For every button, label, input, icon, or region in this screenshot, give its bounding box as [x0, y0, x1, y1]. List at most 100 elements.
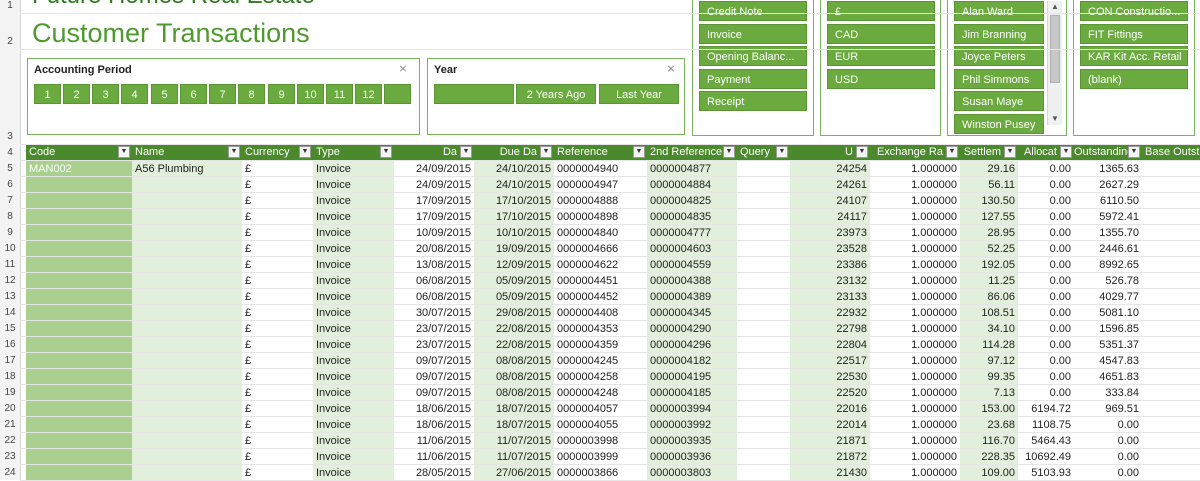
cell-query[interactable] [737, 449, 790, 465]
cell-u[interactable]: 22520 [790, 385, 870, 401]
cell-currency[interactable]: £ [242, 305, 313, 321]
period-button-3[interactable]: 3 [92, 84, 119, 104]
cell-settle[interactable]: 228.35 [960, 449, 1018, 465]
period-button-7[interactable]: 7 [209, 84, 236, 104]
row-number[interactable]: 15 [0, 321, 20, 336]
cell-code[interactable] [26, 257, 132, 273]
row-number[interactable]: 14 [0, 305, 20, 320]
row-number[interactable]: 18 [0, 369, 20, 384]
cell-date[interactable]: 23/07/2015 [394, 321, 474, 337]
type-slicer-item[interactable]: Payment [699, 68, 807, 89]
cell-due[interactable]: 17/10/2015 [474, 193, 554, 209]
cell-alloc[interactable]: 10692.49 [1018, 449, 1074, 465]
row-number[interactable]: 11 [0, 257, 20, 272]
cell-alloc[interactable]: 0.00 [1018, 305, 1074, 321]
cell-type[interactable]: Invoice [313, 177, 394, 193]
cell-currency[interactable]: £ [242, 433, 313, 449]
cell-query[interactable] [737, 225, 790, 241]
cell-date[interactable]: 09/07/2015 [394, 353, 474, 369]
cell-alloc[interactable]: 0.00 [1018, 161, 1074, 177]
cell-query[interactable] [737, 209, 790, 225]
row-number[interactable]: 13 [0, 289, 20, 304]
cell-name[interactable] [132, 193, 242, 209]
cell-currency[interactable]: £ [242, 449, 313, 465]
column-header[interactable]: Base Outst [1142, 145, 1200, 160]
cell-ref2[interactable]: 0000004877 [647, 161, 737, 177]
cell-type[interactable]: Invoice [313, 257, 394, 273]
cell-type[interactable]: Invoice [313, 193, 394, 209]
cell-u[interactable]: 21871 [790, 433, 870, 449]
cell-name[interactable] [132, 449, 242, 465]
cell-ref2[interactable]: 0000004835 [647, 209, 737, 225]
type-slicer-item[interactable]: Receipt [699, 91, 807, 112]
cell-name[interactable] [132, 209, 242, 225]
cell-currency[interactable]: £ [242, 273, 313, 289]
cell-out[interactable]: 2627.29 [1074, 177, 1142, 193]
row-number[interactable]: 7 [0, 193, 20, 208]
cell-rate[interactable]: 1.000000 [870, 353, 960, 369]
cell-ref[interactable]: 0000004940 [554, 161, 647, 177]
cell-out[interactable]: 4547.83 [1074, 353, 1142, 369]
cell-rate[interactable]: 1.000000 [870, 321, 960, 337]
cell-name[interactable] [132, 433, 242, 449]
department-slicer-item[interactable]: CON Constructio... [1080, 1, 1188, 21]
row-number[interactable]: 17 [0, 353, 20, 368]
cell-settle[interactable]: 29.16 [960, 161, 1018, 177]
cell-code[interactable] [26, 273, 132, 289]
cell-alloc[interactable]: 6194.72 [1018, 401, 1074, 417]
cell-due[interactable]: 27/06/2015 [474, 465, 554, 481]
cell-name[interactable] [132, 385, 242, 401]
row-number[interactable]: 3 [0, 129, 20, 144]
cell-name[interactable] [132, 417, 242, 433]
cell-out[interactable]: 0.00 [1074, 449, 1142, 465]
cell-ref[interactable]: 0000004408 [554, 305, 647, 321]
cell-settle[interactable]: 28.95 [960, 225, 1018, 241]
cell-query[interactable] [737, 417, 790, 433]
cell-settle[interactable]: 114.28 [960, 337, 1018, 353]
currency-slicer-item[interactable]: £ [827, 1, 935, 21]
cell-settle[interactable]: 52.25 [960, 241, 1018, 257]
cell-due[interactable]: 19/09/2015 [474, 241, 554, 257]
user-slicer-item[interactable]: Phil Simmons [954, 68, 1044, 89]
user-slicer-item[interactable]: Jim Branning [954, 23, 1044, 44]
year-button-3[interactable]: Last Year [599, 84, 679, 104]
cell-ref[interactable]: 0000004452 [554, 289, 647, 305]
cell-date[interactable]: 24/09/2015 [394, 177, 474, 193]
filter-dropdown-icon[interactable]: ▼ [299, 146, 311, 158]
period-button-6[interactable]: 6 [180, 84, 207, 104]
cell-code[interactable] [26, 177, 132, 193]
filter-dropdown-icon[interactable]: ▼ [460, 146, 472, 158]
cell-ref[interactable]: 0000004947 [554, 177, 647, 193]
filter-dropdown-icon[interactable]: ▼ [723, 146, 735, 158]
cell-date[interactable]: 06/08/2015 [394, 273, 474, 289]
row-number[interactable]: 21 [0, 417, 20, 432]
cell-alloc[interactable]: 0.00 [1018, 177, 1074, 193]
cell-rate[interactable]: 1.000000 [870, 177, 960, 193]
cell-due[interactable]: 17/10/2015 [474, 209, 554, 225]
filter-dropdown-icon[interactable]: ▼ [228, 146, 240, 158]
cell-settle[interactable]: 86.06 [960, 289, 1018, 305]
row-number[interactable]: 9 [0, 225, 20, 240]
cell-u[interactable]: 24254 [790, 161, 870, 177]
cell-u[interactable]: 22014 [790, 417, 870, 433]
cell-u[interactable]: 23386 [790, 257, 870, 273]
cell-date[interactable]: 18/06/2015 [394, 401, 474, 417]
cell-currency[interactable]: £ [242, 321, 313, 337]
cell-ref[interactable]: 0000004451 [554, 273, 647, 289]
cell-due[interactable]: 22/08/2015 [474, 321, 554, 337]
user-slicer-item[interactable]: Winston Pusey [954, 114, 1044, 134]
cell-settle[interactable]: 99.35 [960, 369, 1018, 385]
cell-u[interactable]: 22932 [790, 305, 870, 321]
cell-type[interactable]: Invoice [313, 321, 394, 337]
cell-date[interactable]: 23/07/2015 [394, 337, 474, 353]
cell-query[interactable] [737, 241, 790, 257]
cell-rate[interactable]: 1.000000 [870, 161, 960, 177]
cell-settle[interactable]: 109.00 [960, 465, 1018, 481]
filter-dropdown-icon[interactable]: ▼ [633, 146, 645, 158]
period-button-1[interactable]: 1 [34, 84, 61, 104]
cell-due[interactable]: 08/08/2015 [474, 369, 554, 385]
period-button-9[interactable]: 9 [268, 84, 295, 104]
currency-slicer-item[interactable]: USD [827, 68, 935, 89]
cell-u[interactable]: 24107 [790, 193, 870, 209]
cell-ref2[interactable]: 0000003992 [647, 417, 737, 433]
